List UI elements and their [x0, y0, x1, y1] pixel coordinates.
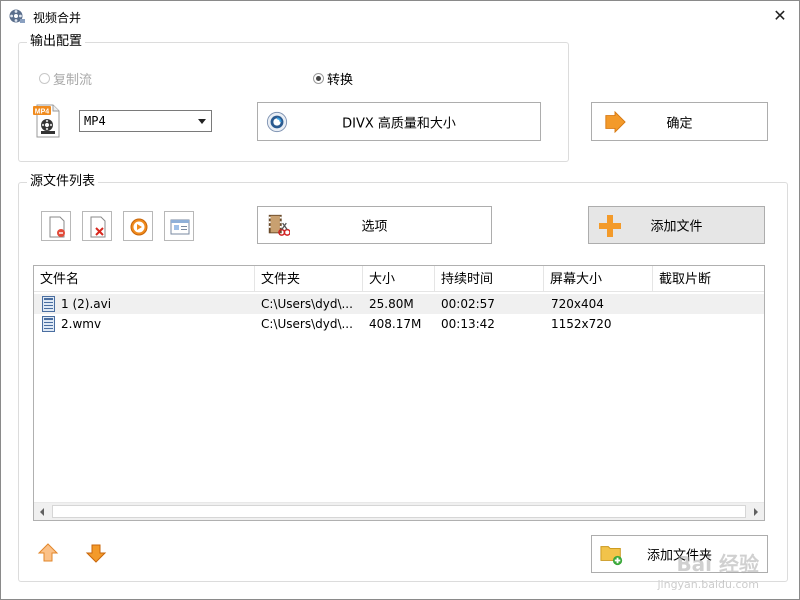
column-header-size[interactable]: 大小	[363, 266, 435, 292]
quality-preset-button[interactable]: DIVX 高质量和大小	[257, 102, 541, 141]
output-format-value: MP4	[84, 114, 106, 128]
cell-filename: 2.wmv	[61, 317, 102, 331]
options-label: 选项	[361, 219, 388, 235]
cell-clip	[659, 294, 759, 314]
copy-stream-label: 复制流	[53, 73, 93, 88]
film-reel-icon	[9, 9, 25, 23]
add-file-label: 添加文件	[650, 219, 703, 235]
play-icon	[130, 218, 148, 236]
add-file-button[interactable]: 添加文件	[588, 206, 765, 244]
column-header-screen-size[interactable]: 屏幕大小	[544, 266, 653, 292]
table-row[interactable]: 2.wmv C:\Users\dyd\... 408.17M 00:13:42 …	[34, 314, 764, 334]
options-button[interactable]: 选项	[257, 206, 492, 244]
close-button[interactable]: ✕	[767, 5, 793, 27]
add-folder-label: 添加文件夹	[646, 548, 712, 564]
cell-clip	[659, 314, 759, 334]
video-file-icon	[42, 316, 55, 332]
horizontal-scrollbar[interactable]	[34, 502, 764, 520]
scroll-thumb[interactable]	[52, 505, 746, 518]
properties-icon	[170, 219, 190, 235]
column-header-filename[interactable]: 文件名	[34, 266, 255, 292]
cell-folder: C:\Users\dyd\...	[261, 317, 353, 331]
output-format-select[interactable]: MP4	[79, 110, 212, 132]
video-merge-window: 视频合并 ✕ 输出配置 复制流 转换 MP4 MP4 DIVX 高质量和大小 确…	[0, 0, 800, 600]
source-list-label: 源文件列表	[27, 174, 99, 190]
cell-screen-size: 720x404	[551, 297, 604, 311]
mp4-file-icon: MP4	[33, 104, 60, 138]
convert-radio[interactable]: 转换	[313, 69, 353, 88]
column-header-clip[interactable]: 截取片断	[653, 266, 764, 292]
ok-button[interactable]: 确定	[591, 102, 768, 141]
window-title: 视频合并	[33, 11, 82, 25]
column-header-folder[interactable]: 文件夹	[255, 266, 363, 292]
radio-dot	[313, 73, 324, 84]
chevron-down-icon	[198, 119, 206, 124]
radio-dot	[39, 73, 50, 84]
delete-page-button[interactable]	[82, 211, 112, 241]
file-list-header: 文件名 文件夹 大小 持续时间 屏幕大小 截取片断	[34, 266, 764, 292]
play-button[interactable]	[123, 211, 153, 241]
cell-size: 408.17M	[369, 317, 422, 331]
scroll-left-button[interactable]	[34, 503, 51, 520]
cell-duration: 00:02:57	[441, 297, 495, 311]
file-list[interactable]: 文件名 文件夹 大小 持续时间 屏幕大小 截取片断 1 (2).avi C:\U…	[33, 265, 765, 521]
scroll-right-button[interactable]	[747, 503, 764, 520]
move-up-icon[interactable]	[37, 542, 59, 564]
title-bar: 视频合并 ✕	[1, 1, 799, 33]
delete-page-icon	[90, 216, 106, 238]
copy-stream-radio[interactable]: 复制流	[39, 69, 92, 88]
add-page-icon	[49, 216, 65, 238]
cell-size: 25.80M	[369, 297, 414, 311]
cell-screen-size: 1152x720	[551, 317, 612, 331]
cell-folder: C:\Users\dyd\...	[261, 297, 353, 311]
column-header-duration[interactable]: 持续时间	[435, 266, 544, 292]
cell-filename: 1 (2).avi	[61, 297, 112, 311]
video-file-icon	[42, 296, 55, 312]
mp4-icon-text: MP4	[35, 109, 50, 116]
move-down-icon[interactable]	[85, 542, 107, 564]
add-folder-button[interactable]: 添加文件夹	[591, 535, 768, 573]
cell-duration: 00:13:42	[441, 317, 495, 331]
quality-preset-label: DIVX 高质量和大小	[342, 116, 456, 131]
add-page-button[interactable]	[41, 211, 71, 241]
table-row[interactable]: 1 (2).avi C:\Users\dyd\... 25.80M 00:02:…	[34, 294, 764, 314]
ok-label: 确定	[666, 116, 693, 131]
convert-label: 转换	[327, 73, 354, 88]
output-config-label: 输出配置	[27, 34, 86, 50]
properties-button[interactable]	[164, 211, 194, 241]
